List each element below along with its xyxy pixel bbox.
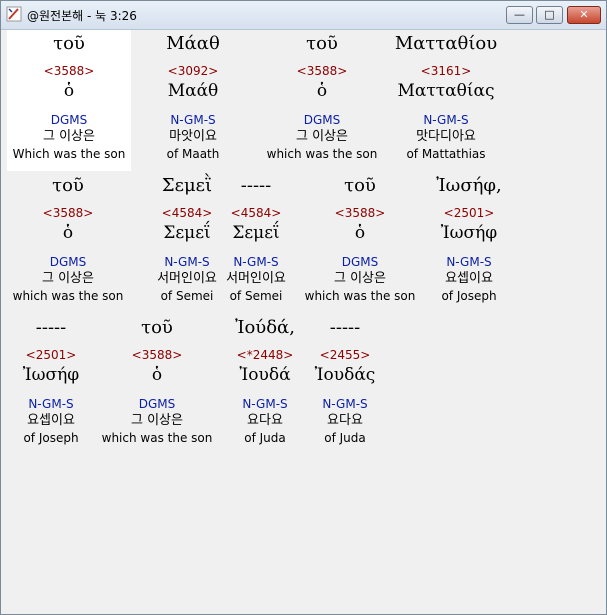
app-window: @원전본해 - 눅 3:26 — □ ✕ τοῦ <3588> ὁ DGMS 그 이상은… — [0, 0, 607, 615]
lemma: Μαάθ — [167, 81, 219, 101]
strong-number: <3588> — [296, 64, 348, 78]
korean-gloss: 맛다디아요 — [416, 129, 476, 144]
parsing-code: DGMS — [50, 113, 88, 127]
korean-gloss: 그 이상은 — [43, 129, 95, 144]
greek-word: τοῦ — [306, 33, 338, 54]
close-button[interactable]: ✕ — [567, 6, 601, 24]
english-gloss: Which was the son — [12, 147, 126, 161]
minimize-button[interactable]: — — [506, 6, 533, 24]
maximize-button[interactable]: □ — [536, 6, 563, 24]
korean-gloss: 요셉이요 — [445, 271, 493, 286]
interlinear-pane[interactable]: τοῦ <3588> ὁ DGMS 그 이상은 Which was the son Μάαθ… — [5, 30, 603, 610]
close-icon: ✕ — [579, 8, 589, 21]
lemma: Ἰουδάς — [314, 365, 376, 385]
word-cell[interactable]: ----- <2455> Ἰουδάς N-GM-S 요다요 of Juda — [275, 314, 415, 446]
parsing-code: N-GM-S — [322, 397, 368, 411]
parsing-code: N-GM-S — [423, 113, 469, 127]
strong-number: <2501> — [443, 206, 495, 220]
lemma: ὁ — [316, 81, 328, 101]
app-icon — [6, 6, 22, 22]
korean-gloss: 그 이상은 — [296, 129, 348, 144]
parsing-code: N-GM-S — [170, 113, 216, 127]
lemma: Ἰωσήφ — [440, 223, 498, 243]
greek-word: Ματταθίου — [394, 33, 498, 54]
strong-number: <2455> — [319, 348, 371, 362]
english-gloss: of Joseph — [441, 289, 497, 303]
maximize-icon: □ — [544, 8, 555, 21]
greek-word: τοῦ — [53, 33, 85, 54]
strong-number: <3092> — [167, 64, 219, 78]
word-cell[interactable]: Μάαθ <3092> Μαάθ N-GM-S 마앗이요 of Maath — [123, 30, 263, 162]
korean-gloss: 요다요 — [327, 413, 363, 428]
parsing-code: DGMS — [303, 113, 341, 127]
word-cell[interactable]: τοῦ <3588> ὁ DGMS 그 이상은 which was the son — [252, 30, 392, 162]
greek-word: Ἰωσήφ, — [436, 175, 502, 196]
parsing-code: N-GM-S — [446, 255, 492, 269]
lemma: ὁ — [63, 81, 75, 101]
window-title: @원전본해 - 눅 3:26 — [27, 9, 137, 23]
english-gloss: of Maath — [166, 147, 220, 161]
english-gloss: which was the son — [266, 147, 378, 161]
word-cell[interactable]: Ματταθίου <3161> Ματταθίας N-GM-S 맛다디아요 of Ma… — [376, 30, 516, 162]
minimize-icon: — — [514, 8, 525, 21]
title-bar[interactable]: @원전본해 - 눅 3:26 — □ ✕ — [1, 1, 606, 30]
english-gloss: of Juda — [324, 431, 366, 445]
greek-word: ----- — [329, 317, 361, 338]
word-cell[interactable]: Ἰωσήφ, <2501> Ἰωσήφ N-GM-S 요셉이요 of Joseph — [399, 172, 539, 304]
strong-number: <3588> — [43, 64, 95, 78]
greek-word: Μάαθ — [166, 33, 220, 54]
korean-gloss: 마앗이요 — [169, 129, 217, 144]
english-gloss: of Mattathias — [406, 147, 486, 161]
strong-number: <3161> — [420, 64, 472, 78]
word-cell[interactable]: τοῦ <3588> ὁ DGMS 그 이상은 Which was the son — [0, 30, 139, 162]
lemma: Ματταθίας — [397, 81, 495, 101]
